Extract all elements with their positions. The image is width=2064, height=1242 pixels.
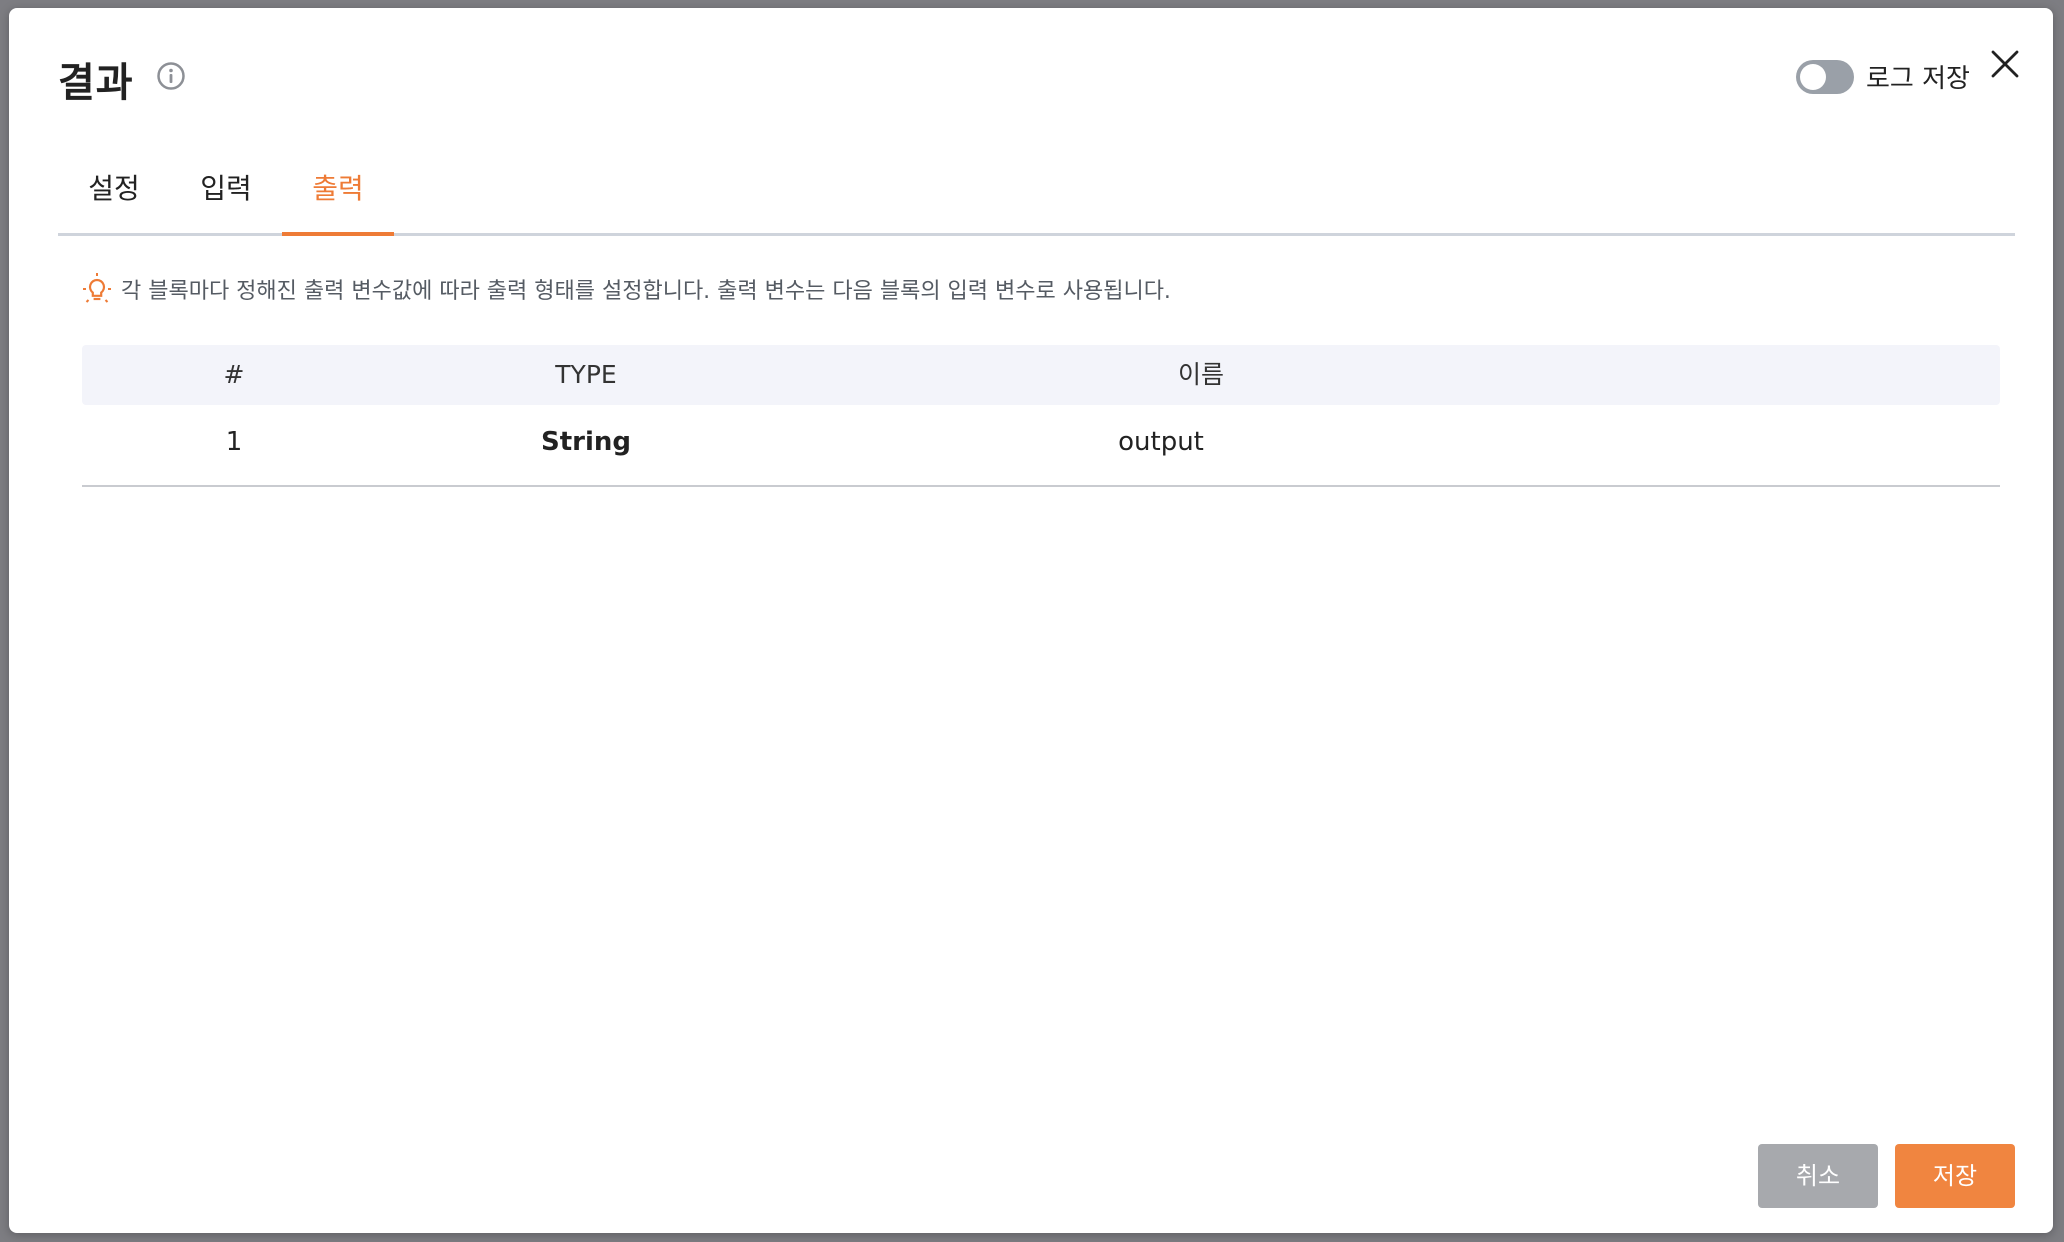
tab-input[interactable]: 입력 bbox=[170, 158, 282, 233]
dialog-title: 결과 bbox=[58, 60, 134, 106]
save-button[interactable]: 저장 bbox=[1895, 1144, 2015, 1208]
column-header-name: 이름 bbox=[1177, 360, 1224, 389]
tab-output[interactable]: 출력 bbox=[282, 158, 394, 236]
output-variable-table: # TYPE 이름 1 String output bbox=[82, 345, 2000, 487]
row-type: String bbox=[540, 427, 631, 457]
table-header: # TYPE 이름 bbox=[82, 345, 2000, 405]
hint-text: 각 블록마다 정해진 출력 변수값에 따라 출력 형태를 설정합니다. 출력 변… bbox=[121, 279, 1171, 304]
toggle-knob bbox=[1800, 64, 1826, 90]
column-header-index: # bbox=[223, 360, 245, 389]
row-index: 1 bbox=[225, 427, 243, 457]
result-dialog: 결과 로그 저장 설정 입력 출력 각 블록마다 정해진 출력 변수값에 따라 … bbox=[9, 8, 2053, 1233]
table-row[interactable]: 1 String output bbox=[82, 405, 2000, 487]
info-icon[interactable] bbox=[156, 61, 186, 91]
row-name: output bbox=[1118, 427, 1204, 457]
cancel-button[interactable]: 취소 bbox=[1758, 1144, 1878, 1208]
log-save-label: 로그 저장 bbox=[1866, 64, 1970, 94]
tab-settings[interactable]: 설정 bbox=[58, 158, 170, 233]
log-save-toggle[interactable] bbox=[1796, 60, 1854, 94]
tab-bar: 설정 입력 출력 bbox=[58, 158, 2015, 236]
column-header-type: TYPE bbox=[555, 360, 617, 389]
hint-message: 각 블록마다 정해진 출력 변수값에 따라 출력 형태를 설정합니다. 출력 변… bbox=[81, 272, 1171, 306]
lightbulb-icon bbox=[83, 273, 111, 303]
close-icon[interactable] bbox=[1989, 48, 2021, 80]
